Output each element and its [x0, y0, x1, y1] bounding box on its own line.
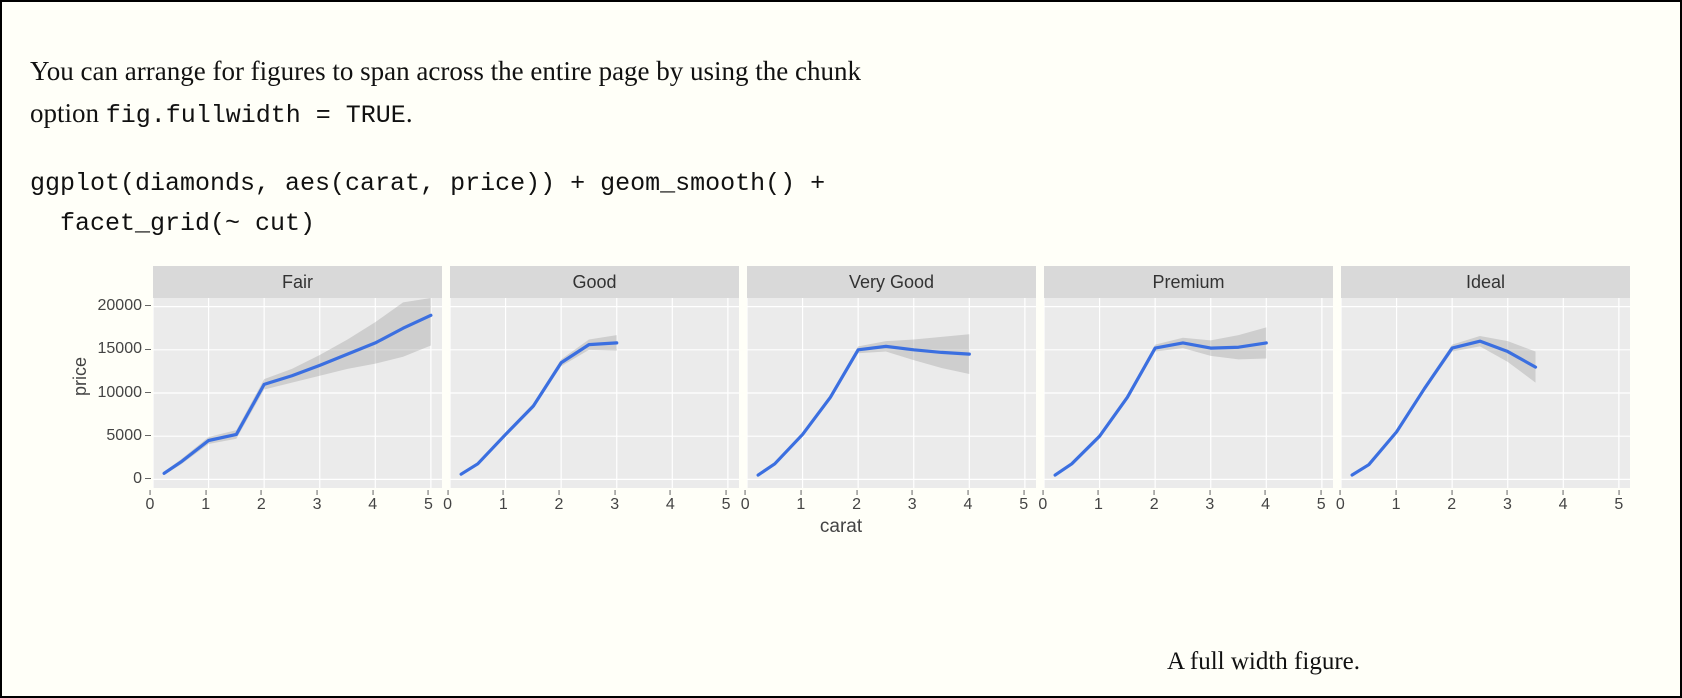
- y-axis-ticks: 0 5000 10000 15000 20000: [95, 266, 153, 488]
- facet-strip-label: Ideal: [1341, 266, 1630, 298]
- x-tick-label: 2: [257, 490, 266, 514]
- x-tick-label: 3: [908, 490, 917, 514]
- x-tick-label: 4: [1261, 490, 1270, 514]
- x-tick-label: 2: [1447, 490, 1456, 514]
- x-axis-label: carat: [30, 516, 1652, 538]
- x-tick-label: 0: [146, 490, 155, 514]
- x-tick-label: 5: [424, 490, 433, 514]
- facet-plot-area: [1044, 298, 1333, 488]
- facet-strip-label: Premium: [1044, 266, 1333, 298]
- document-page: You can arrange for figures to span acro…: [0, 0, 1682, 698]
- x-tick-label: 3: [313, 490, 322, 514]
- x-tick-label: 0: [443, 490, 452, 514]
- x-tick-label: 2: [852, 490, 861, 514]
- facet-panel: Good: [450, 266, 739, 488]
- intro-paragraph: You can arrange for figures to span acro…: [30, 51, 930, 136]
- y-tick-label: 10000: [98, 384, 152, 402]
- x-axis-ticks-row: 012345012345012345012345012345: [150, 488, 1630, 514]
- x-tick-label: 3: [1205, 490, 1214, 514]
- y-tick-label: 5000: [106, 427, 151, 445]
- x-tick-label: 4: [666, 490, 675, 514]
- x-axis-ticks: 012345: [448, 488, 738, 514]
- facet-plot-area: [153, 298, 442, 488]
- facet-chart: price 0 5000 10000 15000 20000 FairGoodVery …: [70, 266, 1630, 488]
- facet-strip-label: Good: [450, 266, 739, 298]
- code-block: ggplot(diamonds, aes(carat, price)) + ge…: [30, 164, 1652, 244]
- x-tick-label: 1: [201, 490, 210, 514]
- x-tick-label: 2: [555, 490, 564, 514]
- x-axis-ticks: 012345: [745, 488, 1035, 514]
- x-tick-label: 1: [1094, 490, 1103, 514]
- x-tick-label: 5: [1614, 490, 1623, 514]
- x-axis-ticks: 012345: [1340, 488, 1630, 514]
- x-tick-label: 0: [1038, 490, 1047, 514]
- x-tick-label: 0: [741, 490, 750, 514]
- x-tick-label: 3: [1503, 490, 1512, 514]
- x-tick-label: 4: [368, 490, 377, 514]
- x-tick-label: 5: [1019, 490, 1028, 514]
- facet-panel: Premium: [1044, 266, 1333, 488]
- x-axis-ticks: 012345: [1043, 488, 1333, 514]
- x-tick-label: 1: [796, 490, 805, 514]
- facet-panel: Fair: [153, 266, 442, 488]
- x-tick-label: 4: [1559, 490, 1568, 514]
- x-tick-label: 2: [1150, 490, 1159, 514]
- facet-panel: Ideal: [1341, 266, 1630, 488]
- x-tick-label: 1: [1392, 490, 1401, 514]
- y-axis-label: price: [70, 357, 91, 396]
- y-tick-label: 15000: [98, 340, 152, 358]
- y-axis: price 0 5000 10000 15000 20000: [70, 266, 153, 488]
- facet-panel: Very Good: [747, 266, 1036, 488]
- facet-strip-label: Fair: [153, 266, 442, 298]
- x-axis-row: 012345012345012345012345012345: [70, 488, 1630, 514]
- x-tick-label: 5: [1317, 490, 1326, 514]
- facet-plot-area: [1341, 298, 1630, 488]
- x-tick-label: 3: [610, 490, 619, 514]
- x-tick-label: 0: [1336, 490, 1345, 514]
- x-axis-ticks: 012345: [150, 488, 440, 514]
- x-tick-label: 1: [499, 490, 508, 514]
- facet-row: FairGoodVery GoodPremiumIdeal: [153, 266, 1630, 488]
- facet-strip-label: Very Good: [747, 266, 1036, 298]
- facet-plot-area: [747, 298, 1036, 488]
- y-tick-label: 20000: [98, 297, 152, 315]
- facet-plot-area: [450, 298, 739, 488]
- x-tick-label: 4: [963, 490, 972, 514]
- y-tick-label: 0: [133, 470, 151, 488]
- x-tick-label: 5: [722, 490, 731, 514]
- intro-inline-code: fig.fullwidth = TRUE: [106, 101, 406, 130]
- figure-caption: A full width figure.: [1167, 648, 1360, 676]
- intro-text-after: .: [406, 98, 413, 128]
